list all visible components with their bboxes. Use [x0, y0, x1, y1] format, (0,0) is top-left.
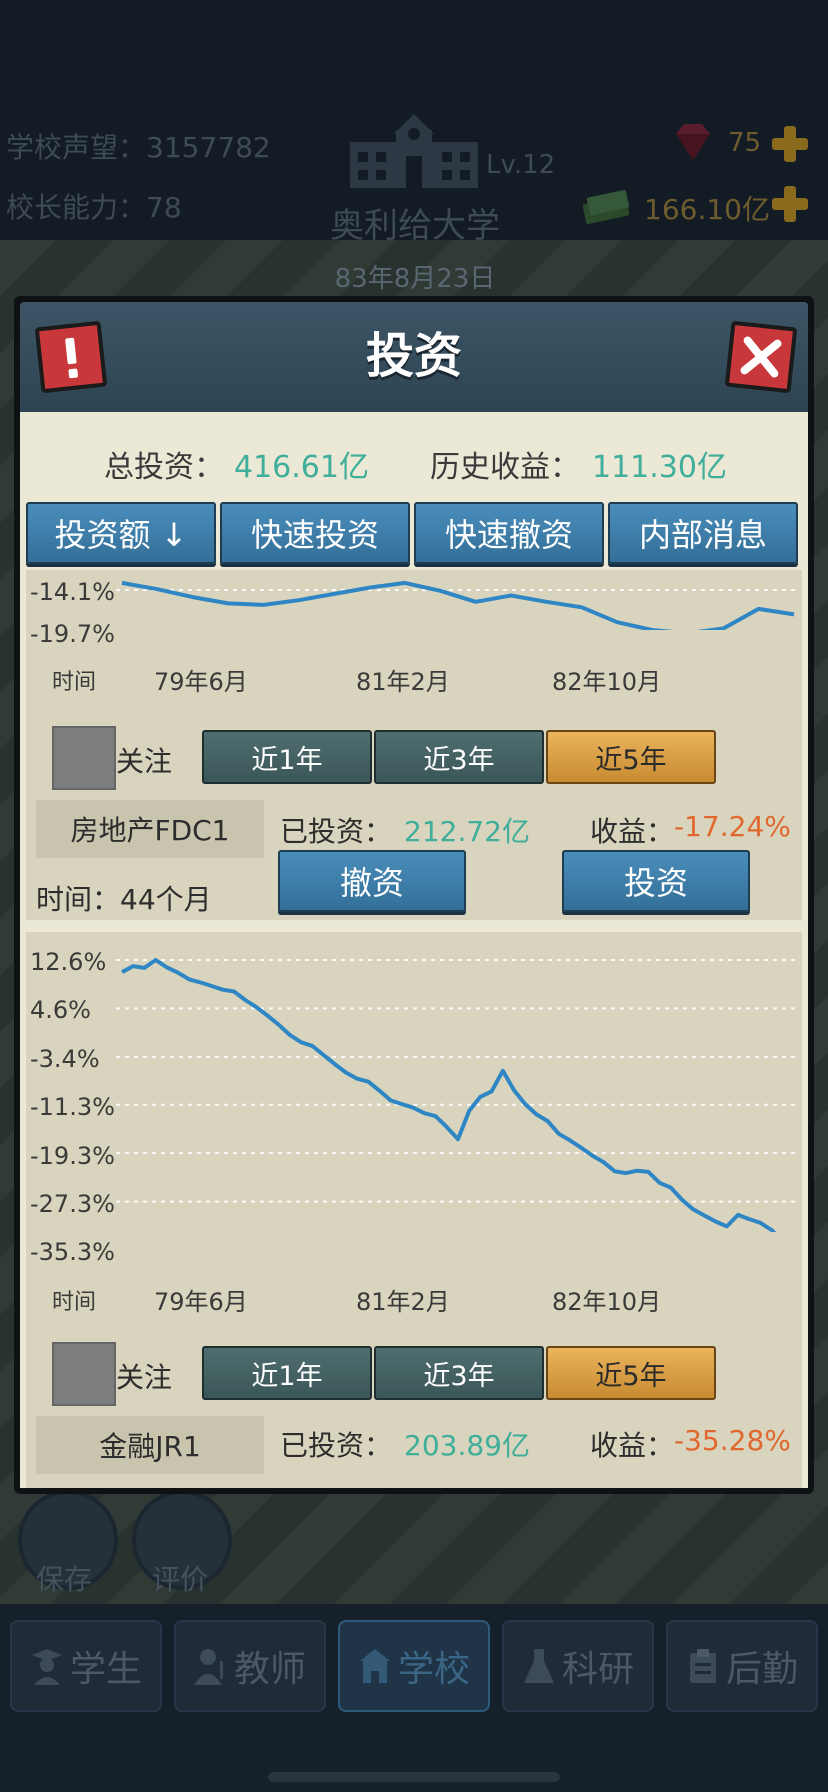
nav-tab-teachers[interactable]: 教师 [174, 1620, 326, 1712]
top-hud: 学校声望：3157782 校长能力：78 Lv.12 奥利给大学 75 166.… [0, 0, 828, 246]
y-tick-label: -14.1% [30, 578, 115, 606]
sort-by-amount-tab[interactable]: 投资额 ↓ [26, 502, 216, 564]
school-building-icon [350, 114, 478, 188]
y-tick-label: -19.3% [30, 1142, 115, 1170]
fund-card: 12.6% 4.6% -3.4% -11.3% -19.3% -27.3% -3… [26, 932, 802, 1488]
historical-return-label: 历史收益： [430, 450, 580, 485]
invested-label: 已投资： [280, 1429, 393, 1462]
gem-icon [676, 124, 710, 160]
invest-button[interactable]: 投资 [562, 850, 750, 912]
save-label: 保存 [36, 1563, 93, 1596]
home-indicator [268, 1772, 560, 1782]
nav-tab-students[interactable]: 学生 [10, 1620, 162, 1712]
total-investment-label: 总投资： [104, 450, 224, 485]
insider-news-tab[interactable]: 内部消息 [608, 502, 798, 564]
fund-name: 金融JR1 [36, 1416, 264, 1474]
close-button[interactable] [724, 320, 798, 394]
gem-count: 75 [728, 128, 762, 158]
x-tick-label: 81年2月 [356, 1288, 450, 1316]
close-icon [740, 336, 782, 378]
follow-label: 关注 [116, 1361, 173, 1394]
y-tick-label: 12.6% [30, 948, 107, 976]
nav-tab-label: 学校 [397, 1649, 470, 1690]
y-tick-label: 4.6% [30, 996, 91, 1024]
cash-icon [582, 189, 630, 224]
return-value: -35.28% [674, 1424, 791, 1457]
range-3y-button[interactable]: 近3年 [374, 1346, 544, 1400]
range-1y-button[interactable]: 近1年 [202, 730, 372, 784]
return-label: 收益： [590, 1429, 675, 1462]
quick-withdraw-tab[interactable]: 快速撤资 [414, 502, 604, 564]
invested-value: 203.89亿 [404, 1429, 530, 1462]
nav-tab-label: 科研 [561, 1649, 634, 1690]
investment-summary: 总投资： 416.61亿 历史收益： 111.30亿 [20, 412, 808, 508]
school-level: Lv.12 [486, 150, 556, 180]
y-tick-label: -19.7% [30, 620, 115, 648]
total-investment-value: 416.61亿 [234, 450, 369, 485]
fund-chart [116, 958, 796, 1232]
fund-card: -14.1% -19.7% 时间 79年6月 81年2月 82年10月 关注 近… [26, 570, 802, 920]
invested-value: 212.72亿 [404, 815, 530, 848]
series-line [121, 958, 777, 1232]
y-tick-label: -11.3% [30, 1093, 115, 1121]
principal-ability: 校长能力：78 [6, 191, 182, 224]
bottom-nav: 学生 教师 学校 科研 后勤 [0, 1604, 828, 1792]
range-5y-button[interactable]: 近5年 [546, 730, 716, 784]
nav-tab-label: 后勤 [725, 1649, 798, 1690]
y-tick-label: -27.3% [30, 1190, 115, 1218]
return-value: -17.24% [674, 810, 791, 843]
quick-invest-tab[interactable]: 快速投资 [220, 502, 410, 564]
review-label: 评价 [152, 1563, 209, 1596]
flask-icon [523, 1649, 554, 1683]
holding-duration: 时间：44个月 [36, 883, 212, 916]
range-1y-button[interactable]: 近1年 [202, 1346, 372, 1400]
follow-label: 关注 [116, 745, 173, 778]
fund-name: 房地产FDC1 [36, 800, 264, 858]
time-axis-label: 时间 [52, 670, 97, 695]
nav-tab-research[interactable]: 科研 [502, 1620, 654, 1712]
school-icon [359, 1649, 390, 1683]
y-tick-label: -3.4% [30, 1045, 100, 1073]
range-3y-button[interactable]: 近3年 [374, 730, 544, 784]
nav-tab-logistics[interactable]: 后勤 [666, 1620, 818, 1712]
clipboard-icon [689, 1649, 716, 1683]
return-label: 收益： [590, 815, 675, 848]
x-tick-label: 82年10月 [552, 668, 662, 696]
money-amount: 166.10亿 [644, 193, 770, 226]
nav-tab-school[interactable]: 学校 [338, 1620, 490, 1712]
student-icon [31, 1649, 62, 1685]
x-tick-label: 82年10月 [552, 1288, 662, 1316]
nav-tab-label: 教师 [233, 1649, 306, 1690]
fund-list[interactable]: -14.1% -19.7% 时间 79年6月 81年2月 82年10月 关注 近… [20, 570, 808, 1488]
historical-return-value: 111.30亿 [592, 450, 727, 485]
modal-body: 总投资： 416.61亿 历史收益： 111.30亿 投资额 ↓ 快速投资 快速… [20, 412, 808, 1488]
follow-checkbox[interactable] [52, 1342, 116, 1406]
nav-tab-label: 学生 [69, 1649, 142, 1690]
fund-chart [116, 580, 796, 630]
invested-label: 已投资： [280, 815, 393, 848]
x-tick-label: 81年2月 [356, 668, 450, 696]
y-tick-label: -35.3% [30, 1238, 115, 1266]
add-gems-plus-icon[interactable] [770, 124, 810, 164]
range-5y-button[interactable]: 近5年 [546, 1346, 716, 1400]
x-tick-label: 79年6月 [154, 668, 248, 696]
modal-title: 投资 [365, 328, 462, 384]
withdraw-button[interactable]: 撤资 [278, 850, 466, 912]
x-tick-label: 79年6月 [154, 1288, 248, 1316]
time-axis-label: 时间 [52, 1290, 97, 1315]
teacher-icon [193, 1649, 223, 1685]
game-date: 83年8月23日 [334, 264, 496, 294]
follow-checkbox[interactable] [52, 726, 116, 790]
add-money-plus-icon[interactable] [770, 184, 810, 224]
modal-header: 投资 [20, 302, 808, 412]
school-reputation: 学校声望：3157782 [6, 131, 271, 164]
investment-modal: 投资 总投资： 416.61亿 历史收益： 111.30亿 投资额 ↓ 快速投资… [14, 296, 814, 1494]
